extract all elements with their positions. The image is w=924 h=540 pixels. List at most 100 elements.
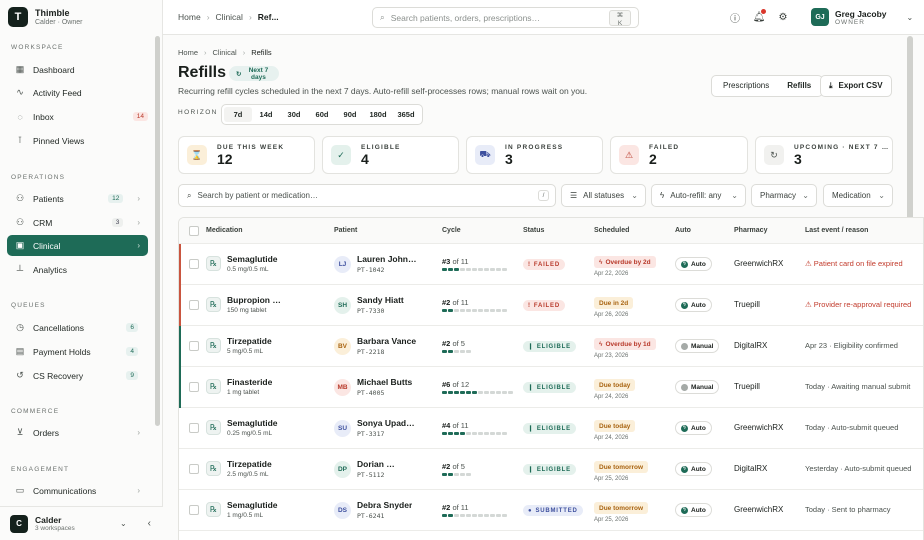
pharmacy-name: GreenwichRX xyxy=(734,259,784,268)
patient-name[interactable]: Michael Butts xyxy=(357,377,412,387)
export-csv-button[interactable]: ⤓ Export CSV xyxy=(820,75,892,97)
table-row[interactable]: ℞ Semaglutide 0.5 mg/0.5 mL LJ Lauren Jo… xyxy=(179,244,923,285)
horizon-14d[interactable]: 14d xyxy=(252,107,280,122)
table-row[interactable]: ℞ Tirzepatide 2.5 mg/0.5 mL DP Dorian … … xyxy=(179,449,923,490)
tab-prescriptions[interactable]: Prescriptions xyxy=(714,78,778,94)
patient-name[interactable]: Lauren Johns… xyxy=(357,254,419,264)
chevron-down-icon[interactable]: ⌄ xyxy=(120,519,127,528)
col-cycle[interactable]: Cycle xyxy=(442,227,461,234)
horizon-60d[interactable]: 60d xyxy=(308,107,336,122)
row-checkbox[interactable] xyxy=(189,341,199,351)
medication-filter[interactable]: Medication ⌄ xyxy=(823,184,893,207)
pharmacy-filter[interactable]: Pharmacy ⌄ xyxy=(751,184,817,207)
sidebar-item-label: CRM xyxy=(33,217,53,228)
kpi-card[interactable]: ⚠ FAILED 2 xyxy=(610,136,748,174)
row-checkbox[interactable] xyxy=(189,259,199,269)
sidebar-item-analytics[interactable]: ┴ Analytics xyxy=(7,259,148,280)
col-status[interactable]: Status xyxy=(523,227,544,234)
col-patient[interactable]: Patient xyxy=(334,227,357,234)
sidebar-item-communications[interactable]: ▭ Communications › xyxy=(7,480,148,501)
crumb-clinical[interactable]: Clinical xyxy=(216,12,243,22)
col-medication[interactable]: Medication xyxy=(206,227,243,234)
sidebar-item-activity-feed[interactable]: ∿ Activity Feed xyxy=(7,82,148,103)
auto-toggle[interactable]: ϟ Auto xyxy=(675,298,712,312)
sidebar-item-crm[interactable]: ⚇ CRM 3 › xyxy=(7,212,148,233)
col-auto[interactable]: Auto xyxy=(675,227,691,234)
workspace-switcher[interactable]: C Calder 3 workspaces ⌄ ‹ xyxy=(0,506,163,540)
patient-name[interactable]: Sandy Hiatt xyxy=(357,295,404,305)
auto-toggle[interactable]: ϟ Auto xyxy=(675,257,712,271)
kpi-card[interactable]: ⌛ DUE THIS WEEK 12 xyxy=(178,136,315,174)
user-menu[interactable]: GJ Greg Jacoby OWNER ⌄ xyxy=(811,8,913,26)
sidebar-item-payment-holds[interactable]: ▤ Payment Holds 4 xyxy=(7,341,148,362)
table-row[interactable]: ℞ Semaglutide 0.25 mg/0.5 mL SU Sonya Up… xyxy=(179,408,923,449)
medication-name[interactable]: Tirzepatide xyxy=(227,459,272,469)
row-checkbox[interactable] xyxy=(189,464,199,474)
patient-name[interactable]: Debra Snyder xyxy=(357,500,412,510)
sidebar-item-orders[interactable]: ⊻ Orders › xyxy=(7,422,148,443)
medication-name[interactable]: Semaglutide xyxy=(227,500,278,510)
table-search[interactable]: ⌕ Search by patient or medication… / xyxy=(178,184,556,207)
search-input[interactable]: Search patients, orders, prescriptions… xyxy=(391,13,540,23)
crumb-home[interactable]: Home xyxy=(178,48,198,57)
horizon-7d[interactable]: 7d xyxy=(224,107,252,122)
table-row[interactable]: ℞ Bupropion … 150 mg tablet SH Sandy Hia… xyxy=(179,285,923,326)
auto-toggle[interactable]: Manual xyxy=(675,339,720,353)
row-checkbox[interactable] xyxy=(189,423,199,433)
cycle-dot xyxy=(454,514,459,517)
sidebar-item-clinical[interactable]: ▣ Clinical › xyxy=(7,235,148,256)
tab-refills[interactable]: Refills xyxy=(778,78,820,94)
medication-name[interactable]: Semaglutide xyxy=(227,418,278,428)
sidebar-item-patients[interactable]: ⚇ Patients 12 › xyxy=(7,188,148,209)
notifications-icon[interactable]: 🔔︎ xyxy=(753,9,766,23)
patient-name[interactable]: Barbara Vance xyxy=(357,336,416,346)
kpi-card[interactable]: ↻ UPCOMING · NEXT 7 … 3 xyxy=(755,136,893,174)
horizon-365d[interactable]: 365d xyxy=(392,107,420,122)
auto-refill-filter[interactable]: ϟ Auto-refill: any ⌄ xyxy=(651,184,746,207)
sidebar-item-cs-recovery[interactable]: ↺ CS Recovery 9 xyxy=(7,365,148,386)
sidebar-item-pinned-views[interactable]: ⊺ Pinned Views xyxy=(7,130,148,151)
auto-toggle[interactable]: ϟ Auto xyxy=(675,421,712,435)
sidebar-item-cancellations[interactable]: ◷ Cancellations 6 xyxy=(7,317,148,338)
table-row[interactable]: ℞ Semaglutide 1 mg/0.5 mL DS Debra Snyde… xyxy=(179,490,923,531)
sidebar-item-dashboard[interactable]: ▦ Dashboard xyxy=(7,59,148,80)
kpi-card[interactable]: ✓ ELIGIBLE 4 xyxy=(322,136,459,174)
status-filter-label: All statuses xyxy=(583,191,625,200)
table-row[interactable]: ℞ Tirzepatide 5 mg/0.5 mL BV Barbara Van… xyxy=(179,326,923,367)
medication-name[interactable]: Semaglutide xyxy=(227,254,278,264)
sidebar-item-label: Pinned Views xyxy=(33,135,85,146)
medication-name[interactable]: Tirzepatide xyxy=(227,336,272,346)
sidebar-item-inbox[interactable]: ◌ Inbox 14 xyxy=(7,106,148,127)
auto-toggle[interactable]: ϟ Auto xyxy=(675,462,712,476)
row-checkbox[interactable] xyxy=(189,382,199,392)
horizon-pill-label: Next 7 days xyxy=(248,66,269,81)
brand-switcher[interactable]: T Thimble Calder · Owner xyxy=(8,7,154,27)
avatar: MB xyxy=(334,379,351,396)
row-checkbox[interactable] xyxy=(189,300,199,310)
col-scheduled[interactable]: Scheduled xyxy=(594,227,629,234)
table-search-input[interactable]: Search by patient or medication… xyxy=(197,191,318,200)
auto-toggle[interactable]: ϟ Auto xyxy=(675,503,712,517)
crumb-home[interactable]: Home xyxy=(178,12,201,22)
help-icon[interactable]: ⓘ xyxy=(729,11,741,25)
col-last-event[interactable]: Last event / reason xyxy=(805,227,868,234)
row-checkbox[interactable] xyxy=(189,505,199,515)
auto-toggle[interactable]: Manual xyxy=(675,380,720,394)
horizon-30d[interactable]: 30d xyxy=(280,107,308,122)
horizon-180d[interactable]: 180d xyxy=(364,107,392,122)
global-search[interactable]: ⌕ Search patients, orders, prescriptions… xyxy=(372,7,639,28)
collapse-sidebar-icon[interactable]: ‹ xyxy=(148,518,151,529)
table-row[interactable]: ℞ Finasteride 1 mg tablet MB Michael But… xyxy=(179,367,923,408)
horizon-90d[interactable]: 90d xyxy=(336,107,364,122)
kpi-card[interactable]: ⛟ IN PROGRESS 3 xyxy=(466,136,603,174)
status-filter[interactable]: ☰ All statuses ⌄ xyxy=(561,184,646,207)
select-all-checkbox[interactable] xyxy=(189,226,199,236)
patient-name[interactable]: Sonya Upadhyay xyxy=(357,418,419,428)
gear-icon[interactable]: ⚙ xyxy=(777,11,789,23)
medication-name[interactable]: Bupropion … xyxy=(227,295,281,305)
medication-name[interactable]: Finasteride xyxy=(227,377,272,387)
patient-name[interactable]: Dorian … xyxy=(357,459,395,469)
col-pharmacy[interactable]: Pharmacy xyxy=(734,227,767,234)
crumb-clinical[interactable]: Clinical xyxy=(213,48,237,57)
auto-filter-label: Auto-refill: any xyxy=(670,191,722,200)
